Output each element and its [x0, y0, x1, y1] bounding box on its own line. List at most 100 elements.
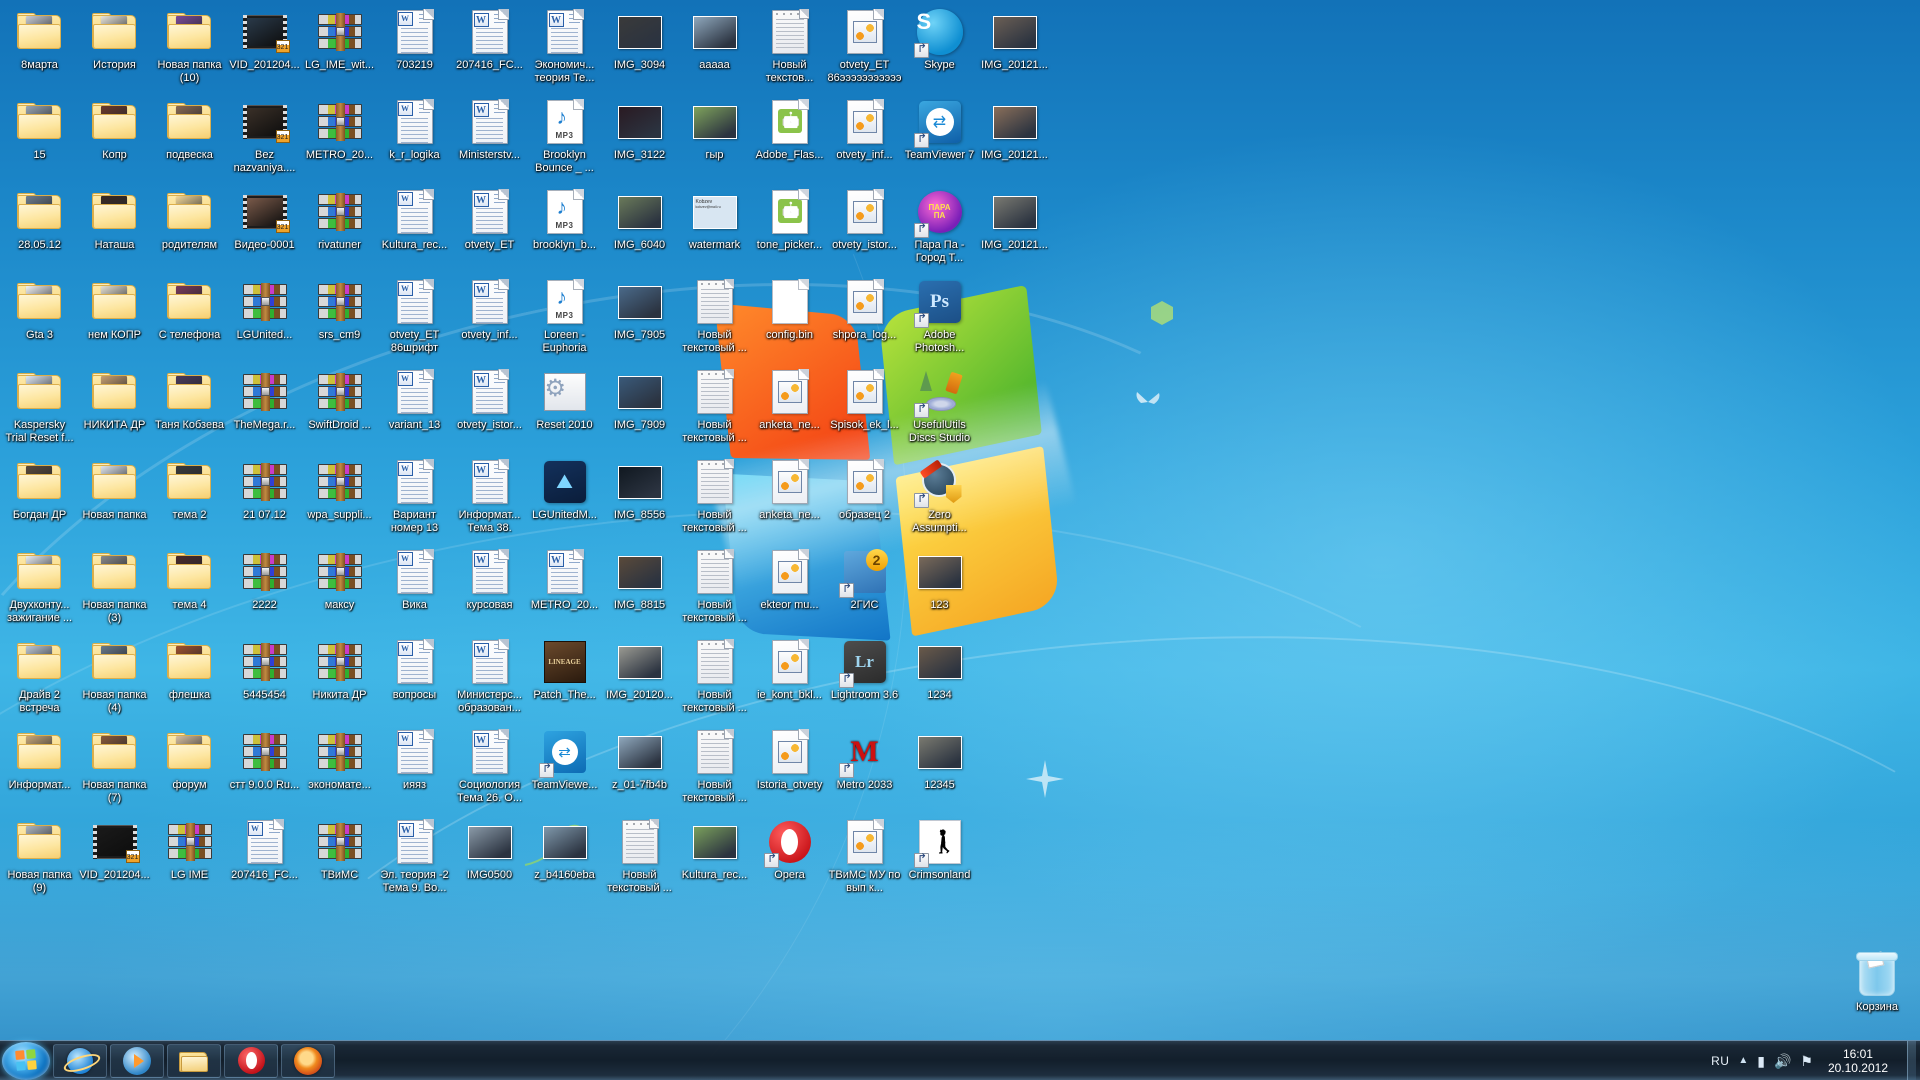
desktop-icon[interactable]: С телефона: [152, 278, 227, 342]
desktop-icon[interactable]: ⇄TeamViewe...: [527, 728, 602, 792]
desktop-icon[interactable]: Богдан ДР: [2, 458, 77, 522]
desktop-icon[interactable]: Новый текстовый ...: [677, 368, 752, 444]
desktop-icon[interactable]: otvety_ET 86эээээээээээ: [827, 8, 902, 84]
desktop-icon[interactable]: IMG_3094: [602, 8, 677, 72]
desktop-icon[interactable]: W Эл. теория -2 Тема 9. Во...: [377, 818, 452, 894]
desktop-icon[interactable]: Драйв 2 встреча: [2, 638, 77, 714]
system-tray[interactable]: RU ▲ ▮ 🔊 ⚑ 16:01 20.10.2012: [1711, 1040, 1920, 1080]
desktop-icon[interactable]: ааааа: [677, 8, 752, 72]
desktop-icon[interactable]: тема 4: [152, 548, 227, 612]
desktop-icon[interactable]: W 703219: [377, 8, 452, 72]
desktop-icon[interactable]: z_b4160eba: [527, 818, 602, 882]
desktop-icon[interactable]: IMG_8815: [602, 548, 677, 612]
desktop-icon[interactable]: Новый текстовый ...: [677, 278, 752, 354]
desktop-icon[interactable]: LG IME: [152, 818, 227, 882]
desktop-icon[interactable]: srs_cm9: [302, 278, 377, 342]
desktop-icon[interactable]: ♪ MP3 brooklyn_b...: [527, 188, 602, 252]
desktop-icon[interactable]: подвеска: [152, 98, 227, 162]
desktop-icon[interactable]: Crimsonland: [902, 818, 977, 882]
desktop-icon[interactable]: Новый текстов...: [752, 8, 827, 84]
desktop-icon[interactable]: История: [77, 8, 152, 72]
desktop-icon[interactable]: Reset 2010: [527, 368, 602, 432]
desktop-icon[interactable]: 12345: [902, 728, 977, 792]
action-center-flag-icon[interactable]: ⚑: [1800, 1054, 1813, 1068]
desktop-icon[interactable]: Копр: [77, 98, 152, 162]
desktop-icon[interactable]: W Ministerstv...: [452, 98, 527, 162]
desktop-icon[interactable]: форум: [152, 728, 227, 792]
desktop-icon[interactable]: Новый текстовый ...: [677, 638, 752, 714]
taskbar[interactable]: RU ▲ ▮ 🔊 ⚑ 16:01 20.10.2012: [0, 1040, 1920, 1080]
desktop-icon[interactable]: W otvety_inf...: [452, 278, 527, 342]
desktop-icon[interactable]: Двухконту... зажигание ...: [2, 548, 77, 624]
desktop-icon[interactable]: ♪ MP3 Loreen - Euphoria: [527, 278, 602, 354]
desktop-icon[interactable]: IMG_6040: [602, 188, 677, 252]
desktop-icon[interactable]: W Экономич... теория Те...: [527, 8, 602, 84]
desktop-icon[interactable]: 15: [2, 98, 77, 162]
desktop-icon[interactable]: ♪ MP3 Brooklyn Bounce _ ...: [527, 98, 602, 174]
start-button[interactable]: [2, 1041, 50, 1080]
desktop-icon[interactable]: otvety_istor...: [827, 188, 902, 252]
taskbar-item-windows-media-player[interactable]: [110, 1043, 164, 1078]
network-icon[interactable]: ▮: [1757, 1054, 1765, 1068]
desktop-icon[interactable]: Spisok_ek_l...: [827, 368, 902, 432]
desktop-icon[interactable]: ie_kont_bkl...: [752, 638, 827, 702]
desktop-icon[interactable]: W Kultura_rec...: [377, 188, 452, 252]
desktop-icon[interactable]: 28.05.12: [2, 188, 77, 252]
desktop-icon[interactable]: W 207416_FC...: [227, 818, 302, 882]
desktop-icon[interactable]: tone_picker...: [752, 188, 827, 252]
desktop-icon[interactable]: Новый текстовый ...: [677, 458, 752, 534]
desktop-icon[interactable]: W otvety_ET: [452, 188, 527, 252]
desktop-icon[interactable]: Новый текстовый ...: [677, 728, 752, 804]
desktop-icon[interactable]: W Социология Тема 26. О...: [452, 728, 527, 804]
desktop-icon[interactable]: Gta 3: [2, 278, 77, 342]
desktop-icon[interactable]: стт 9.0.0 Ru...: [227, 728, 302, 792]
desktop-icon[interactable]: LrLightroom 3.6: [827, 638, 902, 702]
desktop-icon[interactable]: W otvety_ET 86шрифт: [377, 278, 452, 354]
desktop-icon[interactable]: 5445454: [227, 638, 302, 702]
desktop-icon[interactable]: LGUnitedM...: [527, 458, 602, 522]
desktop-icon[interactable]: Информат...: [2, 728, 77, 792]
desktop-icon[interactable]: 123: [902, 548, 977, 612]
desktop-icon[interactable]: LGUnited...: [227, 278, 302, 342]
desktop-icon[interactable]: 21 07.12: [227, 458, 302, 522]
desktop-icon[interactable]: W ияяз: [377, 728, 452, 792]
desktop-icon-recycle-bin[interactable]: Корзина: [1837, 950, 1917, 1014]
desktop-icon[interactable]: Adobe_Flas...: [752, 98, 827, 162]
desktop-icon[interactable]: Kultura_rec...: [677, 818, 752, 882]
desktop-icon[interactable]: Opera: [752, 818, 827, 882]
desktop-icon[interactable]: Новая папка (9): [2, 818, 77, 894]
desktop-icon[interactable]: Istoria_otvety: [752, 728, 827, 792]
desktop-icon[interactable]: METRO_20...: [302, 98, 377, 162]
show-hidden-icons-icon[interactable]: ▲: [1738, 1055, 1748, 1066]
taskbar-item-firefox[interactable]: [281, 1043, 335, 1078]
desktop-icon[interactable]: ТВиМС МУ по вып к...: [827, 818, 902, 894]
desktop-icon[interactable]: 321 Видео-0001: [227, 188, 302, 252]
desktop-icon[interactable]: ПАРАПАПара Па - Город Т...: [902, 188, 977, 264]
desktop-icon[interactable]: ТВиМС: [302, 818, 377, 882]
desktop-icon[interactable]: 1234: [902, 638, 977, 702]
desktop-icon[interactable]: IMG_20120...: [602, 638, 677, 702]
desktop-icon[interactable]: IMG_8556: [602, 458, 677, 522]
desktop-icon[interactable]: W Вариант номер 13: [377, 458, 452, 534]
desktop-icon[interactable]: максу: [302, 548, 377, 612]
desktop-icon[interactable]: W курсовая: [452, 548, 527, 612]
desktop-icon[interactable]: ⇄TeamViewer 7: [902, 98, 977, 162]
desktop-icon[interactable]: W 207416_FC...: [452, 8, 527, 72]
desktop-icon[interactable]: rivatuner: [302, 188, 377, 252]
desktop-icon[interactable]: нем КОПР: [77, 278, 152, 342]
desktop-icon[interactable]: Новая папка (3): [77, 548, 152, 624]
desktop-icon[interactable]: Новый текстовый ...: [602, 818, 677, 894]
desktop-icon[interactable]: Таня Кобзева: [152, 368, 227, 432]
desktop-icon[interactable]: IMG_7909: [602, 368, 677, 432]
desktop-icon[interactable]: Наташа: [77, 188, 152, 252]
desktop-icon[interactable]: гыр: [677, 98, 752, 162]
desktop-icon[interactable]: 321 Bez nazvaniya....: [227, 98, 302, 174]
desktop-icon[interactable]: Новая папка: [77, 458, 152, 522]
desktop-icon[interactable]: Новая папка (7): [77, 728, 152, 804]
desktop-icon[interactable]: IMG_3122: [602, 98, 677, 162]
desktop-icon[interactable]: НИКИТА ДР: [77, 368, 152, 432]
volume-icon[interactable]: 🔊: [1774, 1054, 1791, 1068]
desktop-icon[interactable]: W вопросы: [377, 638, 452, 702]
desktop-icon[interactable]: otvety_inf...: [827, 98, 902, 162]
desktop-icon[interactable]: родителям: [152, 188, 227, 252]
